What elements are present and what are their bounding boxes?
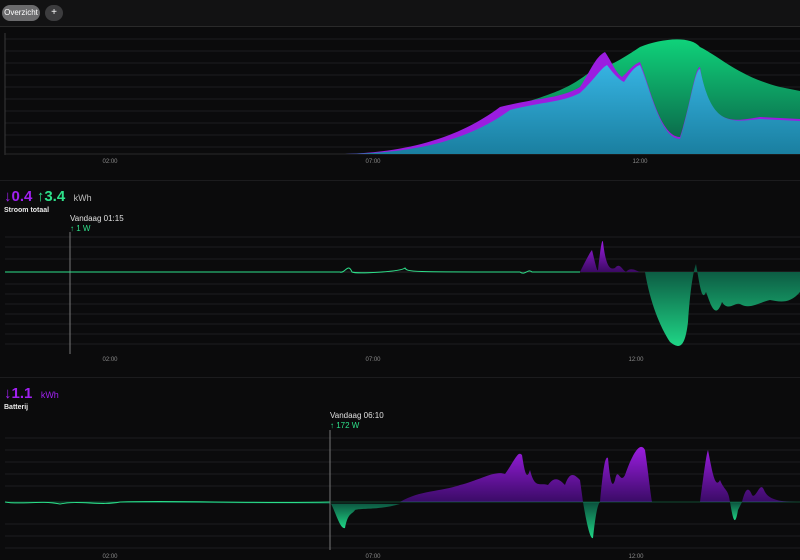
series-line <box>5 267 580 274</box>
tooltip-value: 172 W <box>336 421 360 430</box>
overview-tab[interactable]: Overzicht <box>2 5 40 21</box>
x-tick-1200: 12:00 <box>628 357 644 363</box>
panel-divider <box>0 377 800 378</box>
series-discharge-area-3 <box>730 502 742 521</box>
x-tick-0200: 02:00 <box>102 357 118 363</box>
batterij-chart: 02:00 07:00 12:00 <box>4 430 800 560</box>
tooltip-time: Vandaag 01:15 <box>70 214 124 223</box>
arrow-down-icon: ↓ <box>4 188 12 205</box>
tooltip-time: Vandaag 06:10 <box>330 411 384 420</box>
panel-divider <box>0 180 800 181</box>
arrow-down-icon: ↓ <box>4 385 12 402</box>
add-tab-button[interactable]: + <box>45 5 63 21</box>
energy-area-chart: 02:00 07:00 12:00 <box>4 33 800 165</box>
stroom-chart: 02:00 07:00 12:00 <box>5 232 800 363</box>
top-toolbar: Overzicht + <box>0 0 800 27</box>
hover-tooltip: Vandaag 01:15 ↑ 1 W <box>70 214 124 233</box>
series-import-area <box>580 241 640 272</box>
x-tick-0200: 02:00 <box>102 159 118 165</box>
unit-label: kWh <box>40 390 59 400</box>
unit-label: kWh <box>73 193 92 203</box>
x-tick-1200: 12:00 <box>632 159 648 165</box>
x-tick-0700: 07:00 <box>365 159 381 165</box>
panel-title: Batterij <box>4 404 29 411</box>
stroom-summary: ↓0.4 ↑3.4 kWh <box>4 188 92 206</box>
x-tick-1200: 12:00 <box>628 554 644 560</box>
arrow-up-icon: ↑ <box>330 421 334 430</box>
hover-tooltip: Vandaag 06:10 ↑ 172 W <box>330 411 384 430</box>
x-tick-0700: 07:00 <box>365 554 381 560</box>
battery-value: 1.1 <box>11 385 33 402</box>
x-tick-0200: 02:00 <box>102 554 118 560</box>
series-discharge-area-2 <box>583 502 600 539</box>
panel-title: Stroom totaal <box>4 207 50 214</box>
export-value: 3.4 <box>44 188 66 205</box>
batterij-summary: ↓1.1 kWh <box>4 385 59 403</box>
x-tick-0700: 07:00 <box>365 357 381 363</box>
import-value: 0.4 <box>11 188 33 205</box>
